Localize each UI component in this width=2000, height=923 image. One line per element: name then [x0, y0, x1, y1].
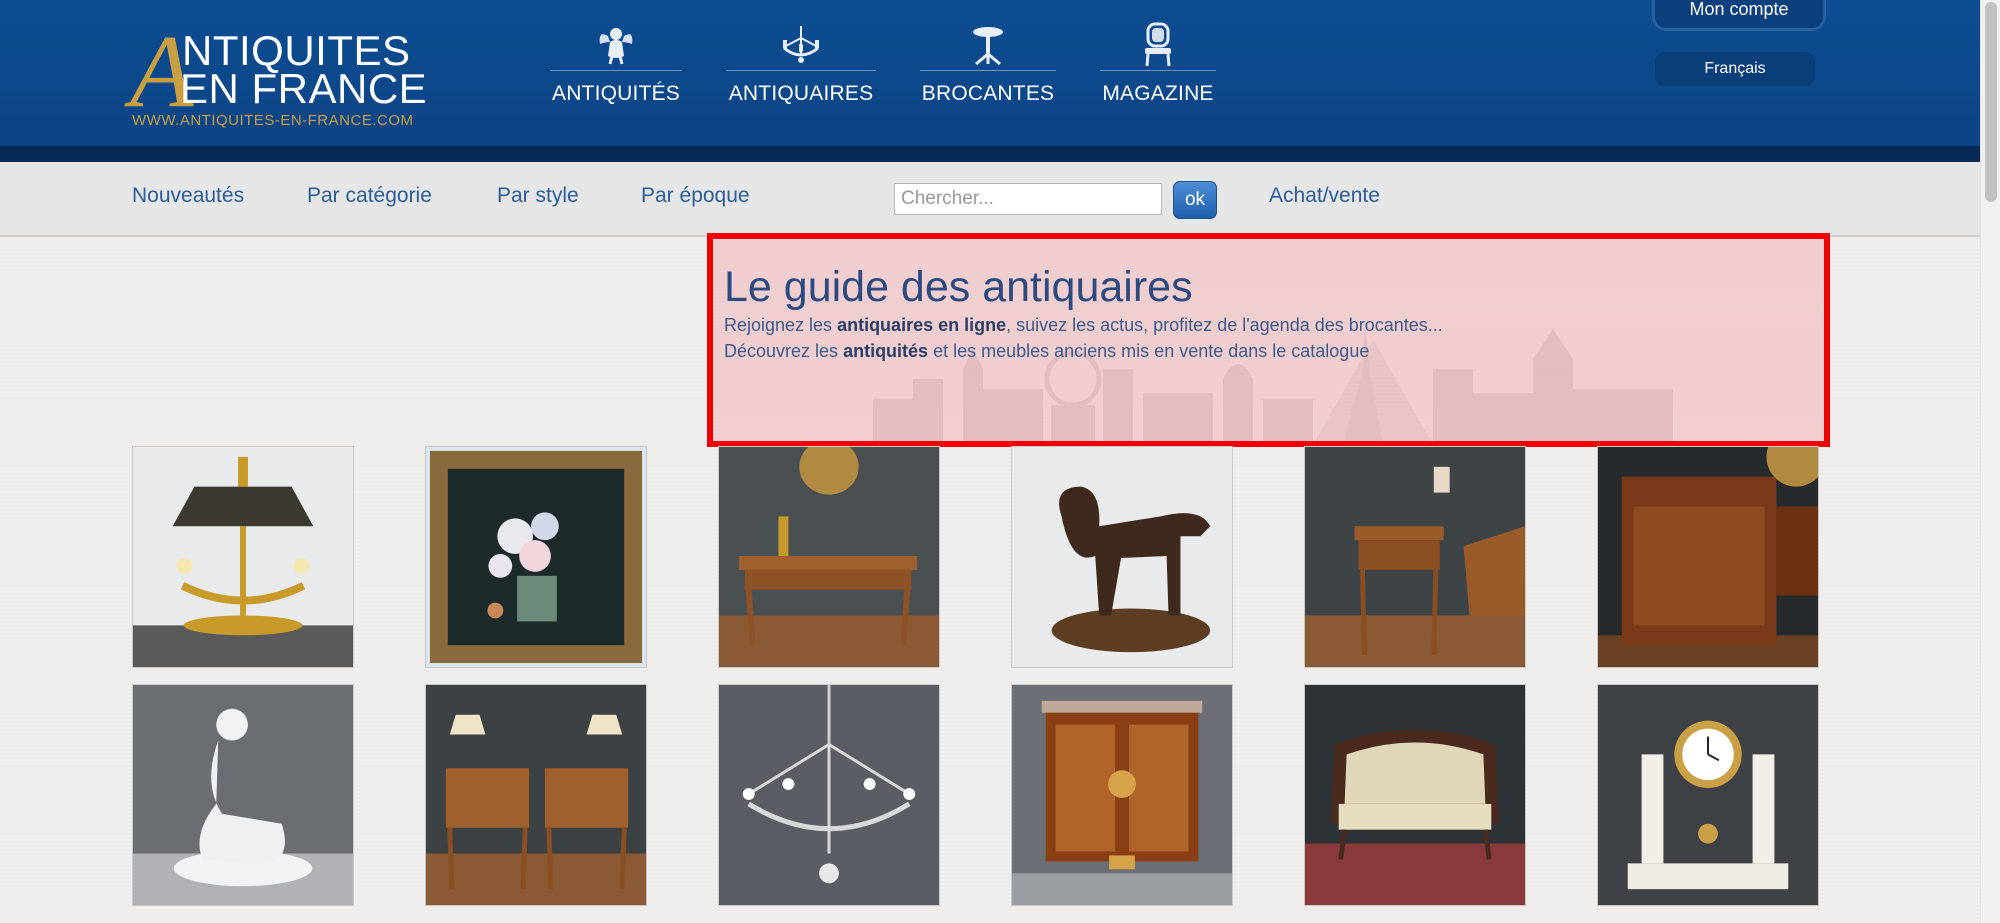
search-ok-button[interactable]: ok — [1173, 181, 1217, 219]
product-thumbnail[interactable] — [425, 684, 647, 906]
product-thumbnail[interactable] — [132, 446, 354, 668]
hero-line-1-post: , suivez les actus, profitez de l'agenda… — [1006, 315, 1443, 335]
crystal-chandelier-image — [719, 685, 939, 905]
language-selector[interactable]: Français — [1655, 52, 1815, 86]
product-thumbnail[interactable] — [132, 684, 354, 906]
nav-rule — [550, 70, 682, 71]
side-table-image — [1305, 447, 1525, 667]
hero-line-2-post: et les meubles anciens mis en vente dans… — [928, 341, 1370, 361]
sub-nav: Nouveautés Par catégorie Par style Par é… — [0, 162, 1980, 237]
hero-line-2-bold[interactable]: antiquités — [843, 341, 928, 361]
nav-label: MAGAZINE — [1102, 82, 1214, 105]
hero-line-1: Rejoignez les antiquaires en ligne, suiv… — [724, 315, 1443, 336]
product-thumbnail[interactable] — [1304, 684, 1526, 906]
nav-label: ANTIQUAIRES — [728, 82, 874, 105]
flower-painting-image — [426, 447, 646, 667]
page-scrollbar[interactable] — [1980, 0, 2000, 923]
product-thumbnail[interactable] — [1304, 446, 1526, 668]
logo-line-2: EN FRANCE — [180, 65, 428, 112]
marquetry-commode-image — [1012, 685, 1232, 905]
header-stripe — [0, 146, 1980, 162]
product-thumbnail[interactable] — [718, 684, 940, 906]
hero-line-1-bold[interactable]: antiquaires en ligne — [837, 315, 1006, 335]
nav-label: BROCANTES — [921, 82, 1055, 105]
nav-label: ANTIQUITÉS — [551, 82, 680, 105]
mantel-clock-image — [1598, 685, 1818, 905]
cabinet-image — [1598, 447, 1818, 667]
nav-rule — [1100, 70, 1216, 71]
hero-line-2-pre: Découvrez les — [724, 341, 844, 361]
nav-antiquaires[interactable]: ANTIQUAIRES — [726, 22, 876, 110]
product-thumbnail[interactable] — [1597, 446, 1819, 668]
my-account-button[interactable]: Mon compte — [1652, 0, 1826, 31]
nav-brocantes[interactable]: BROCANTES — [920, 22, 1056, 110]
hero-line-2: Découvrez les antiquités et les meubles … — [724, 341, 1369, 362]
cherub-icon — [599, 28, 633, 65]
chair-icon — [1145, 22, 1171, 67]
product-thumbnail[interactable] — [1011, 684, 1233, 906]
subnav-par-categorie[interactable]: Par catégorie — [307, 184, 432, 208]
bedside-tables-image — [426, 685, 646, 905]
hero-title: Le guide des antiquaires — [724, 263, 1193, 311]
bronze-dog-image — [1012, 447, 1232, 667]
chandelier-icon — [783, 26, 819, 63]
search-input[interactable] — [894, 183, 1162, 215]
site-logo[interactable]: A NTIQUITES EN FRANCE WWW.ANTIQUITES-EN-… — [130, 20, 440, 132]
hero-line-1-pre: Rejoignez les — [724, 315, 838, 335]
subnav-par-epoque[interactable]: Par époque — [641, 184, 750, 208]
settee-image — [1305, 685, 1525, 905]
gueridon-table-icon — [973, 27, 1003, 66]
nav-magazine[interactable]: MAGAZINE — [1100, 22, 1216, 110]
porcelain-figure-image — [133, 685, 353, 905]
product-thumbnail[interactable] — [425, 446, 647, 668]
nav-rule — [726, 70, 876, 71]
scrollbar-thumb[interactable] — [1985, 2, 1997, 202]
bouillotte-lamp-image — [133, 447, 353, 667]
logo-url: WWW.ANTIQUITES-EN-FRANCE.COM — [132, 112, 414, 129]
site-header: A NTIQUITES EN FRANCE WWW.ANTIQUITES-EN-… — [0, 0, 1980, 162]
product-thumbnail[interactable] — [718, 446, 940, 668]
nav-antiquites[interactable]: ANTIQUITÉS — [550, 22, 682, 110]
product-thumbnail[interactable] — [1011, 446, 1233, 668]
subnav-par-style[interactable]: Par style — [497, 184, 579, 208]
subnav-nouveautes[interactable]: Nouveautés — [132, 184, 244, 208]
writing-desk-image — [719, 447, 939, 667]
subnav-achat-vente[interactable]: Achat/vente — [1269, 184, 1380, 208]
product-thumbnail[interactable] — [1597, 684, 1819, 906]
nav-rule — [920, 70, 1056, 71]
hero-banner: Le guide des antiquaires Rejoignez les a… — [707, 233, 1830, 447]
